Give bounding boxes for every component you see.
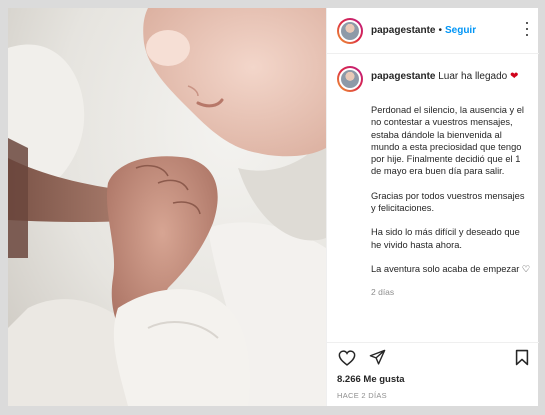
caption-username[interactable]: papagestante [371, 71, 435, 82]
red-heart-emoji: ❤ [509, 71, 519, 82]
avatar-image [341, 21, 359, 40]
caption-paragraph: La aventura solo acaba de empezar ♡ [371, 263, 531, 274]
caption-age: 2 días [371, 287, 395, 298]
post-date: HACE 2 DÍAS [337, 391, 387, 400]
caption-headline: papagestante Luar ha llegado ❤ [371, 70, 527, 92]
action-bar [327, 342, 539, 372]
newborn-photo-illustration [8, 8, 326, 406]
caption-area: papagestante Luar ha llegado ❤ Perdonad … [327, 54, 539, 342]
post-header: papagestante • Seguir [327, 8, 539, 54]
bookmark-icon[interactable] [515, 349, 529, 371]
heart-icon[interactable] [337, 348, 357, 368]
caption-paragraph: Ha sido lo más difícil y deseado que he … [371, 227, 520, 250]
profile-avatar[interactable] [337, 17, 363, 44]
more-options-icon[interactable] [521, 22, 533, 36]
like-count[interactable]: 8.266 Me gusta [327, 372, 539, 385]
caption-body: Perdonad el silencio, la ausencia y el n… [371, 104, 531, 275]
author-username[interactable]: papagestante [371, 25, 435, 36]
caption-paragraph: Perdonad el silencio, la ausencia y el n… [371, 105, 524, 177]
separator-dot: • [438, 25, 442, 36]
caption-paragraph: Gracias por todos vuestros mensajes y fe… [371, 190, 525, 214]
instagram-post: papagestante • Seguir papagestante Luar … [7, 7, 539, 407]
follow-button[interactable]: Seguir [445, 25, 476, 36]
post-photo[interactable] [8, 8, 326, 406]
caption-avatar[interactable] [337, 66, 363, 92]
paper-plane-icon[interactable] [367, 348, 387, 368]
post-sidebar: papagestante • Seguir papagestante Luar … [326, 8, 539, 406]
caption-headline-text: Luar ha llegado [438, 71, 508, 82]
caption-header-row: papagestante Luar ha llegado ❤ [337, 66, 527, 92]
